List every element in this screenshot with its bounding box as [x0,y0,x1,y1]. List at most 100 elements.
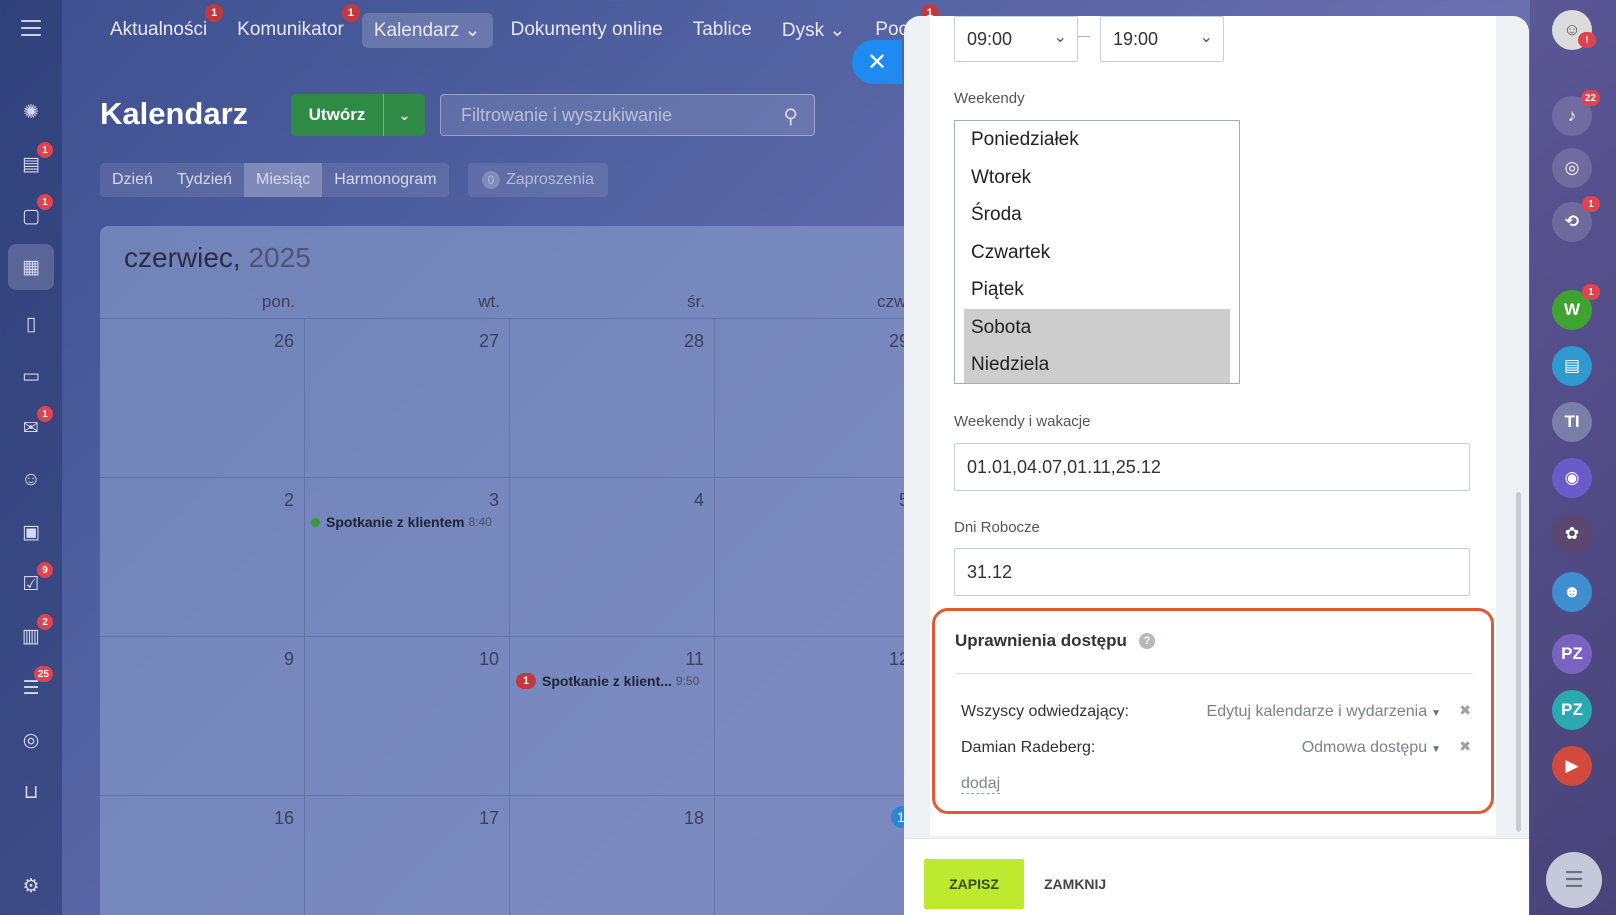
day-cell[interactable]: 17 [305,796,510,915]
day-cell[interactable]: 3 Spotkanie z klientem 8:40 [305,478,510,636]
menu-icon[interactable] [21,20,41,36]
day-cell[interactable]: 2 [100,478,305,636]
target-icon[interactable]: ◎ [15,724,47,756]
tab-schedule[interactable]: Harmonogram [322,163,448,197]
cart-icon[interactable]: ⊔ [15,776,47,808]
day-cell[interactable]: 27 [305,319,510,477]
right-sidebar: ☺! ♪ 22 ◎ ⟲ 1 W1 ▤ TI ◉ ✿ ☻ PZ PZ ▶ [1530,0,1616,915]
video-icon[interactable]: ▶ [1552,746,1592,786]
close-slider-button[interactable]: ✕ [852,40,902,84]
divider [955,673,1473,674]
groups-icon[interactable]: ☺ [15,464,47,496]
mail-badge: 1 [37,406,53,422]
day-number: 27 [478,331,499,351]
users-icon[interactable]: ☻ [1552,572,1592,612]
day-cell[interactable]: 10 [305,637,510,795]
weekends-listbox[interactable]: Poniedziałek Wtorek Środa Czwartek Piąte… [954,120,1240,384]
copilot-icon[interactable]: ◉ [1552,458,1592,498]
calendar-event[interactable]: 1 Spotkanie z klient... 9:50 [516,673,699,689]
work-time-from-select[interactable]: 09:00 ⌄ [954,16,1078,62]
month-name: czerwiec, [124,242,241,273]
access-permission-select[interactable]: Odmowa dostępu ▼ [1302,739,1441,757]
nav-item-calendar[interactable]: Kalendarz ⌄ [361,12,493,48]
nav-label: Dokumenty online [510,19,663,40]
day-cell[interactable]: 28 [510,319,715,477]
panel-footer: ZAPISZ ZAMKNIJ [904,838,1529,915]
holidays-field[interactable]: 01.01,04.07,01.11,25.12 [954,443,1470,491]
workdays-field[interactable]: 31.12 [954,548,1470,596]
calendar-icon[interactable]: ▦ [8,244,54,290]
bell-icon[interactable]: ♪ 22 [1552,90,1600,136]
avatar[interactable]: ☺! [1552,10,1596,50]
day-number: 28 [683,331,704,351]
workspace-avatar[interactable]: W1 [1552,284,1600,330]
day-cell[interactable]: 4 [510,478,715,636]
help-icon[interactable]: ? [1139,633,1155,649]
chats-icon[interactable]: ▢ 1 [15,194,53,232]
board-icon[interactable]: ▣ [15,516,47,548]
radar-icon[interactable]: ◎ [1552,148,1592,188]
nav-item-messenger[interactable]: Komunikator 1 [225,4,360,47]
chevron-down-icon[interactable]: ⌄ [383,94,425,136]
day-cell[interactable]: 19 [715,796,920,915]
top-nav: Aktualności 1 Komunikator 1 Kalendarz ⌄ Do… [98,4,941,48]
chat-icon[interactable]: ▤ [1552,346,1592,386]
day-cell[interactable]: 18 [510,796,715,915]
ti-avatar[interactable]: TI [1552,402,1592,442]
settings-form: 09:00 ⌄ 19:00 ⌄ Weekendy Poniedziałek Wtor… [930,16,1496,836]
invites-button[interactable]: 0 Zaproszenia [468,163,609,197]
weekday-option[interactable]: Piątek [955,271,1239,309]
mail-icon[interactable]: ✉ 1 [15,406,53,444]
tab-day[interactable]: Dzień [100,163,165,197]
weekday-option[interactable]: Wtorek [955,159,1239,197]
save-button[interactable]: ZAPISZ [924,859,1024,909]
drive-icon[interactable]: ▭ [15,360,47,392]
add-access-link[interactable]: dodaj [961,775,1001,794]
nav-label: Dysk ⌄ [781,19,846,41]
search-input[interactable]: Filtrowanie i wyszukiwanie ⚲ [440,94,815,136]
checklist-icon[interactable]: ☑ 9 [15,562,53,600]
tab-month[interactable]: Miesiąc [244,163,323,197]
day-cell[interactable]: 16 [100,796,305,915]
chat-sync-icon[interactable]: ⟲ 1 [1552,196,1600,242]
work-time-to-select[interactable]: 19:00 ⌄ [1100,16,1224,62]
day-cell[interactable]: 12 [715,637,920,795]
nav-item-boards[interactable]: Tablice [681,13,764,47]
search-icon[interactable]: ⚲ [783,104,798,129]
nav-item-drive[interactable]: Dysk ⌄ [770,13,857,48]
pz-avatar[interactable]: PZ [1552,634,1592,674]
weekday-option-selected[interactable]: Niedziela [964,346,1230,383]
remove-icon[interactable]: ✖ [1459,738,1471,755]
pz-avatar[interactable]: PZ [1552,690,1592,730]
invites-count: 0 [482,171,500,189]
calendar-event[interactable]: Spotkanie z klientem 8:40 [311,514,492,530]
nav-item-news[interactable]: Aktualności 1 [98,4,224,47]
month-year: 2025 [248,242,311,273]
scrollbar[interactable] [1516,492,1521,832]
sparkle-icon[interactable]: ✺ [15,96,47,128]
document-icon[interactable]: ▯ [15,308,47,340]
day-cell[interactable]: 29 [715,319,920,477]
weekday-option[interactable]: Środa [955,196,1239,234]
close-icon: ✕ [866,48,888,76]
day-cell[interactable]: 5 [715,478,920,636]
nav-item-docs[interactable]: Dokumenty online [499,13,675,47]
create-button[interactable]: Utwórz ⌄ [291,94,425,136]
feed-icon[interactable]: ☰ 25 [15,666,53,704]
weekday-option[interactable]: Poniedziałek [955,121,1239,159]
group-avatar[interactable]: ✿ [1552,514,1592,554]
day-number: 2 [283,490,294,510]
crm-icon[interactable]: ▥ 2 [15,614,53,652]
access-permission-select[interactable]: Edytuj kalendarze i wydarzenia ▼ [1207,703,1441,721]
tab-week[interactable]: Tydzień [165,163,244,197]
open-chat-button[interactable]: ☰ [1546,852,1602,908]
close-button[interactable]: ZAMKNIJ [1044,859,1106,909]
day-cell[interactable]: 11 1 Spotkanie z klient... 9:50 [510,637,715,795]
tasks-icon[interactable]: ▤ 1 [15,142,53,180]
day-cell[interactable]: 9 [100,637,305,795]
remove-icon[interactable]: ✖ [1459,702,1471,719]
day-cell[interactable]: 26 [100,319,305,477]
weekday-option-selected[interactable]: Sobota [964,308,1230,346]
gear-icon[interactable]: ⚙ [15,870,47,902]
weekday-option[interactable]: Czwartek [955,234,1239,272]
